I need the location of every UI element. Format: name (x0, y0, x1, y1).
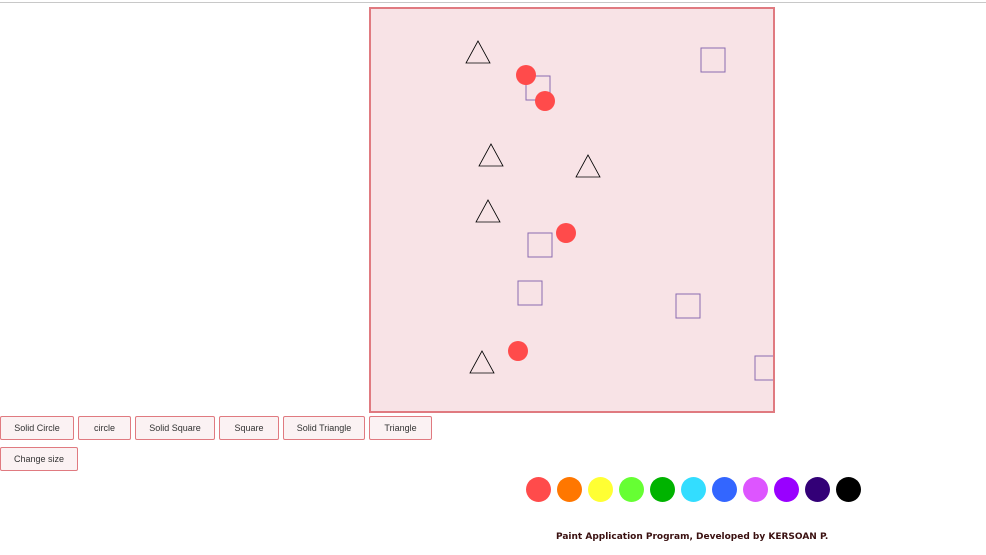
color-swatch-orange[interactable] (557, 477, 582, 502)
square-shape (675, 293, 701, 319)
color-swatch-yellow[interactable] (588, 477, 613, 502)
solid-square-button[interactable]: Solid Square (135, 416, 215, 440)
solid-triangle-button[interactable]: Solid Triangle (283, 416, 365, 440)
solid-circle-button[interactable]: Solid Circle (0, 416, 74, 440)
top-divider (0, 2, 986, 3)
solid-circle-shape (556, 223, 576, 243)
color-swatch-cyan[interactable] (681, 477, 706, 502)
solid-circle-shape (516, 65, 536, 85)
color-swatch-red[interactable] (526, 477, 551, 502)
square-shape (754, 355, 773, 381)
color-swatch-black[interactable] (836, 477, 861, 502)
color-swatch-purple[interactable] (774, 477, 799, 502)
color-swatch-blue[interactable] (712, 477, 737, 502)
color-swatch-light-green[interactable] (619, 477, 644, 502)
footer-credit: Paint Application Program, Developed by … (556, 532, 829, 542)
triangle-shape (575, 154, 601, 178)
solid-circle-shape (535, 91, 555, 111)
color-swatch-indigo[interactable] (805, 477, 830, 502)
square-shape (527, 232, 553, 258)
square-shape (517, 280, 543, 306)
solid-circle-shape (508, 341, 528, 361)
color-swatch-green[interactable] (650, 477, 675, 502)
triangle-shape (469, 350, 495, 374)
triangle-shape (475, 199, 501, 223)
circle-button[interactable]: circle (78, 416, 131, 440)
change-size-button[interactable]: Change size (0, 447, 78, 471)
triangle-shape (478, 143, 504, 167)
triangle-shape (465, 40, 491, 64)
square-button[interactable]: Square (219, 416, 279, 440)
square-shape (700, 47, 726, 73)
drawing-canvas[interactable] (369, 7, 775, 413)
color-swatch-pink-violet[interactable] (743, 477, 768, 502)
triangle-button[interactable]: Triangle (369, 416, 432, 440)
canvas-shapes (465, 40, 773, 381)
